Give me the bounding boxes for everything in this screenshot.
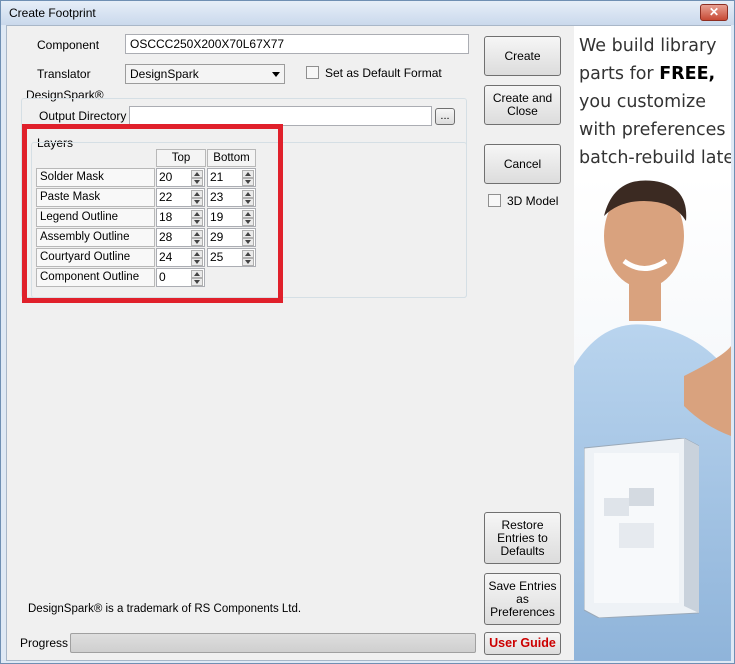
layer-bottom-spinner-value: 19	[210, 210, 224, 224]
3d-model-checkbox[interactable]	[488, 194, 501, 207]
layer-top-spinner[interactable]: 24	[156, 248, 205, 267]
spin-down-arrow-icon[interactable]	[242, 238, 254, 246]
spin-up-arrow-icon[interactable]	[242, 210, 254, 218]
create-and-close-button[interactable]: Create and Close	[484, 85, 561, 125]
spin-up-arrow-icon[interactable]	[191, 270, 203, 278]
spin-down-arrow-icon[interactable]	[191, 198, 203, 206]
progress-label: Progress	[20, 636, 69, 650]
layer-top-spinner-value: 24	[159, 250, 173, 264]
component-label: Component	[37, 38, 100, 52]
layer-name: Courtyard Outline	[36, 248, 155, 267]
component-input[interactable]: OSCCC250X200X70L67X77	[125, 34, 469, 54]
layer-bottom-spinner-value: 29	[210, 230, 224, 244]
spin-down-arrow-icon[interactable]	[191, 178, 203, 186]
promo-line-4: with preferences &	[579, 120, 731, 140]
cancel-button[interactable]: Cancel	[484, 144, 561, 184]
layer-top-spinner[interactable]: 20	[156, 168, 205, 187]
restore-defaults-button[interactable]: Restore Entries to Defaults	[484, 512, 561, 564]
spin-up-arrow-icon[interactable]	[191, 190, 203, 198]
spin-up-arrow-icon[interactable]	[191, 170, 203, 178]
layer-bottom-spinner[interactable]: 21	[207, 168, 256, 187]
layer-bottom-spinner-value: 23	[210, 190, 224, 204]
translator-selected-value: DesignSpark	[130, 67, 199, 81]
layer-top-spinner[interactable]: 28	[156, 228, 205, 247]
layer-top-spinner[interactable]: 18	[156, 208, 205, 227]
layer-name: Assembly Outline	[36, 228, 155, 247]
spin-down-arrow-icon[interactable]	[191, 258, 203, 266]
promo-line-3: you customize	[579, 92, 706, 112]
layer-bottom-spinner-value: 25	[210, 250, 224, 264]
dialog-body: Component OSCCC250X200X70L67X77 Translat…	[6, 25, 731, 661]
spin-down-arrow-icon[interactable]	[242, 258, 254, 266]
close-button[interactable]: ✕	[700, 4, 728, 21]
3d-model-label: 3D Model	[507, 194, 559, 208]
layer-bottom-spinner[interactable]: 23	[207, 188, 256, 207]
layer-name: Solder Mask	[36, 168, 155, 187]
chevron-down-icon	[272, 72, 280, 77]
title-bar[interactable]: Create Footprint ✕	[1, 1, 734, 25]
layer-bottom-spinner-value: 21	[210, 170, 224, 184]
layer-bottom-spinner[interactable]: 19	[207, 208, 256, 227]
spin-down-arrow-icon[interactable]	[242, 198, 254, 206]
layer-name: Component Outline	[36, 268, 155, 287]
spin-up-arrow-icon[interactable]	[242, 250, 254, 258]
layer-top-spinner[interactable]: 22	[156, 188, 205, 207]
create-footprint-window: Create Footprint ✕ Component OSCCC250X20…	[0, 0, 735, 664]
default-format-label: Set as Default Format	[325, 66, 442, 80]
spin-up-arrow-icon[interactable]	[191, 230, 203, 238]
spin-up-arrow-icon[interactable]	[242, 170, 254, 178]
save-preferences-button[interactable]: Save Entries as Preferences	[484, 573, 561, 625]
translator-select[interactable]: DesignSpark	[125, 64, 285, 84]
promo-line-1: We build library	[579, 36, 717, 56]
spin-down-arrow-icon[interactable]	[242, 218, 254, 226]
promo-text: We build library parts for FREE, you cus…	[579, 32, 731, 172]
promo-panel[interactable]: We build library parts for FREE, you cus…	[574, 26, 731, 661]
spin-up-arrow-icon[interactable]	[242, 230, 254, 238]
pcb-library-expert-box-image	[584, 438, 699, 618]
layer-top-spinner-value: 18	[159, 210, 173, 224]
default-format-checkbox[interactable]	[306, 66, 319, 79]
progress-bar	[70, 633, 476, 653]
layer-top-spinner-value: 22	[159, 190, 173, 204]
create-button[interactable]: Create	[484, 36, 561, 76]
output-directory-input[interactable]	[129, 106, 432, 126]
layer-name: Legend Outline	[36, 208, 155, 227]
window-title: Create Footprint	[9, 6, 96, 20]
layer-bottom-spinner[interactable]: 29	[207, 228, 256, 247]
layer-name: Paste Mask	[36, 188, 155, 207]
promo-line-5: batch-rebuild later!	[579, 148, 731, 168]
layer-bottom-spinner[interactable]: 25	[207, 248, 256, 267]
translator-label: Translator	[37, 67, 91, 81]
layer-top-spinner-value: 28	[159, 230, 173, 244]
layer-top-spinner[interactable]: 0	[156, 268, 205, 287]
browse-button[interactable]: ...	[435, 108, 455, 125]
spin-down-arrow-icon[interactable]	[191, 278, 203, 286]
user-guide-button[interactable]: User Guide	[484, 632, 561, 655]
spin-down-arrow-icon[interactable]	[242, 178, 254, 186]
spin-up-arrow-icon[interactable]	[191, 250, 203, 258]
spin-up-arrow-icon[interactable]	[242, 190, 254, 198]
output-directory-label: Output Directory	[39, 109, 127, 123]
layer-top-spinner-value: 0	[159, 270, 166, 284]
spin-up-arrow-icon[interactable]	[191, 210, 203, 218]
promo-line-2: parts for FREE,	[579, 64, 716, 84]
spin-down-arrow-icon[interactable]	[191, 218, 203, 226]
layer-top-spinner-value: 20	[159, 170, 173, 184]
spin-down-arrow-icon[interactable]	[191, 238, 203, 246]
trademark-note: DesignSpark® is a trademark of RS Compon…	[28, 603, 302, 615]
